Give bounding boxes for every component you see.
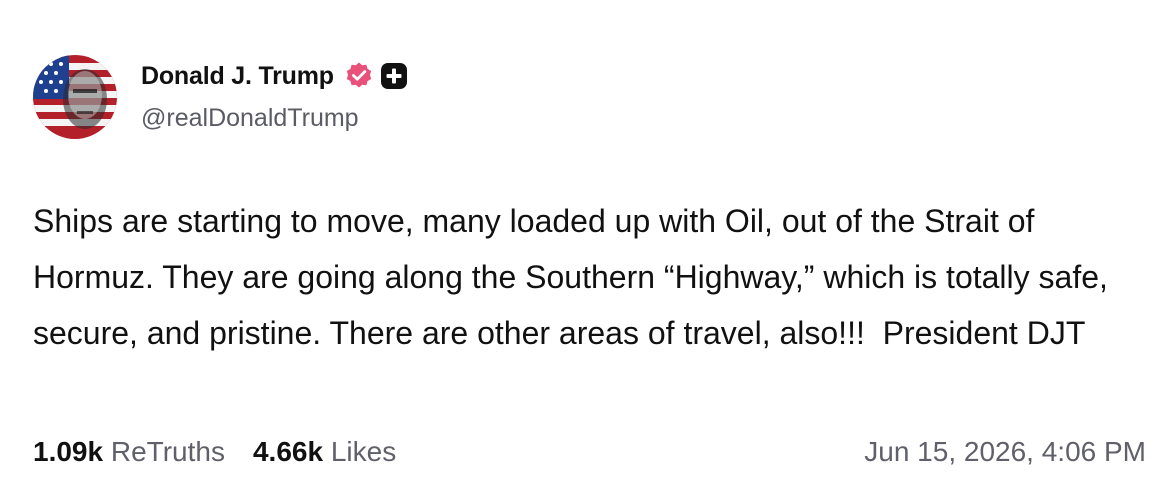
post-text: Ships are starting to move, many loaded … [33, 203, 1117, 351]
post-timestamp[interactable]: Jun 15, 2026, 4:06 PM [864, 430, 1146, 474]
retruths-label: ReTruths [110, 436, 225, 467]
display-name[interactable]: Donald J. Trump [141, 62, 334, 91]
likes-label: Likes [330, 436, 397, 467]
verified-badge-icon [344, 61, 374, 91]
likes-stat[interactable]: 4.66k Likes [253, 436, 396, 468]
name-row: Donald J. Trump [141, 58, 408, 94]
avatar[interactable] [33, 55, 117, 139]
post-card: Donald J. Trump @realDonaldTrump Ships a… [0, 0, 1174, 490]
plus-badge-icon [380, 62, 408, 90]
retruths-count: 1.09k [33, 436, 104, 467]
post-stats: 1.09k ReTruths 4.66k Likes [33, 430, 396, 474]
retruths-stat[interactable]: 1.09k ReTruths [33, 436, 225, 468]
likes-count: 4.66k [252, 436, 324, 467]
avatar-image [33, 55, 117, 139]
user-handle[interactable]: @realDonaldTrump [141, 104, 359, 133]
